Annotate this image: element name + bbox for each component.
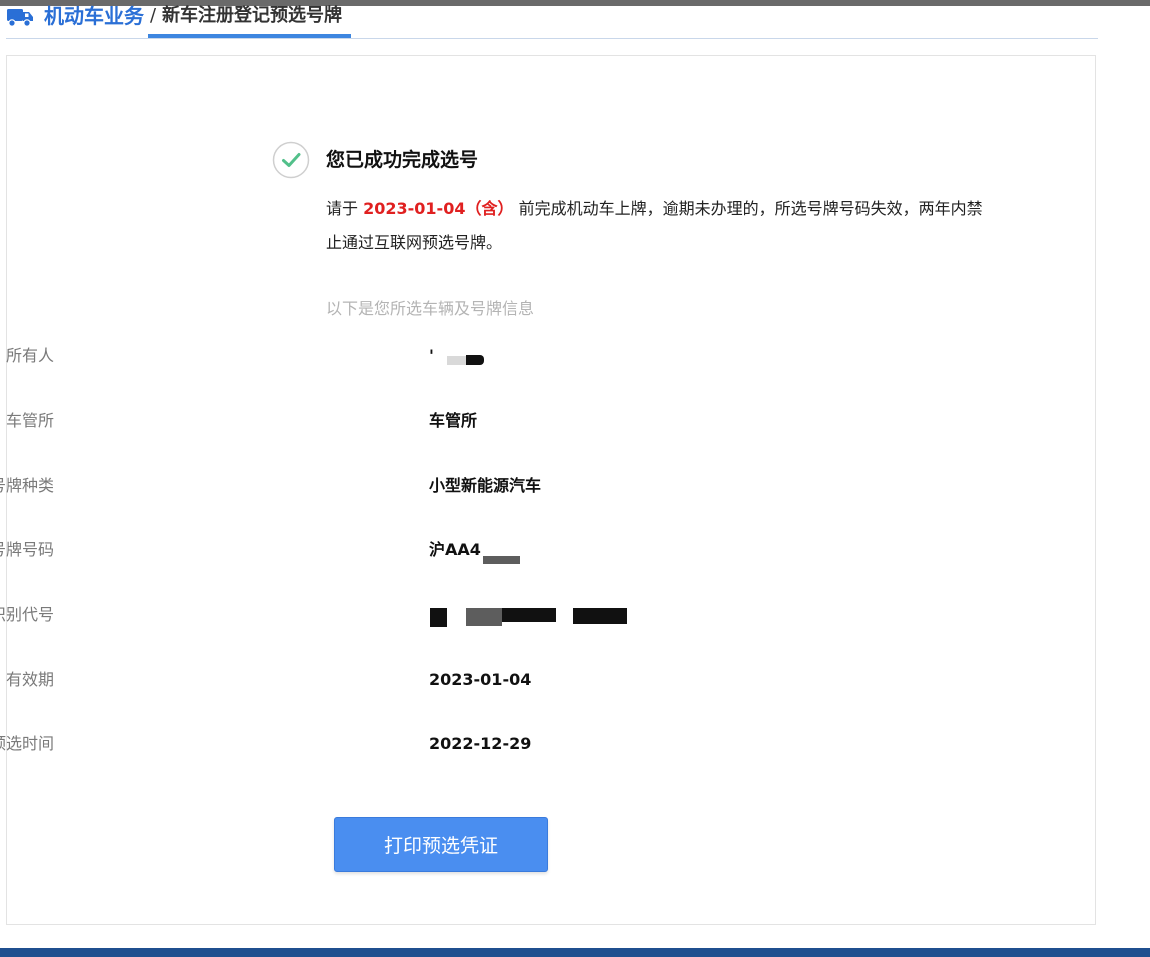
info-row-valid-until: 有效期 2023-01-04 <box>0 665 800 695</box>
info-row-plate-number: 号牌号码 沪AA4 <box>0 535 800 565</box>
breadcrumb-root[interactable]: 机动车业务 <box>44 3 144 29</box>
vin-redaction <box>430 608 447 627</box>
selection-time-label: 预选时间 <box>0 734 54 753</box>
notice-prefix: 请于 <box>326 199 359 218</box>
plate-number-label: 号牌号码 <box>0 540 54 559</box>
deadline-notice: 请于 2023-01-04（含） 前完成机动车上牌，逾期未办理的，所选号牌号码失… <box>326 192 996 260</box>
owner-label: 所有人 <box>5 346 54 365</box>
info-row-vin: 车辆识别代号 <box>0 600 800 630</box>
info-row-owner: 所有人 ' <box>0 341 800 371</box>
info-row-plate-type: 号牌种类 小型新能源汽车 <box>0 471 800 501</box>
plate-type-label: 号牌种类 <box>0 476 54 495</box>
vin-label: 车辆识别代号 <box>0 605 54 624</box>
vehicle-info-hint: 以下是您所选车辆及号牌信息 <box>326 299 535 318</box>
vin-redaction <box>502 608 556 622</box>
deadline-date: 2023-01-04（含） <box>363 199 514 218</box>
truck-icon <box>7 9 33 27</box>
plate-number-redaction <box>483 556 520 564</box>
plate-number-value: 沪AA4 <box>429 540 481 559</box>
owner-redaction <box>466 355 484 365</box>
info-row-selection-time: 预选时间 2022-12-29 <box>0 729 800 759</box>
footer-bar <box>0 948 1150 957</box>
check-circle-icon <box>272 141 310 179</box>
owner-value: ' <box>429 346 434 365</box>
page-header: 机动车业务 / 新车注册登记预选号牌 <box>0 0 1150 40</box>
office-value: 车管所 <box>429 411 478 430</box>
header-divider <box>6 38 1098 39</box>
breadcrumb-current: 新车注册登记预选号牌 <box>162 5 342 26</box>
valid-until-label: 有效期 <box>5 670 54 689</box>
print-voucher-button[interactable]: 打印预选凭证 <box>334 817 548 872</box>
info-row-office: 车管所 车管所 <box>0 406 800 436</box>
vin-redaction <box>573 608 627 624</box>
office-label: 车管所 <box>5 411 54 430</box>
valid-until-value: 2023-01-04 <box>429 670 532 689</box>
success-title: 您已成功完成选号 <box>326 149 479 171</box>
vin-redaction <box>466 608 502 626</box>
owner-redaction <box>447 356 467 365</box>
selection-time-value: 2022-12-29 <box>429 734 532 753</box>
plate-type-value: 小型新能源汽车 <box>429 476 542 495</box>
active-tab-indicator <box>148 34 351 38</box>
breadcrumb-separator: / <box>150 5 157 26</box>
